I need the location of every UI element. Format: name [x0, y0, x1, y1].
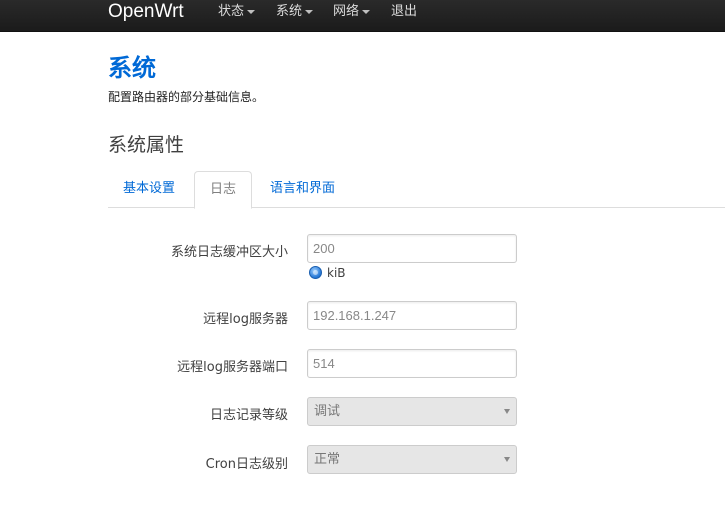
log-buffer-size-input[interactable]: [307, 234, 517, 263]
cron-log-level-select[interactable]: 正常: [307, 445, 517, 474]
info-dot-icon: [309, 266, 322, 279]
nav-menu-logout-label: 退出: [391, 4, 418, 19]
tab-basic-settings[interactable]: 基本设置: [108, 171, 190, 206]
remote-log-server-input[interactable]: [307, 301, 517, 330]
nav-menu-network-label: 网络: [333, 4, 360, 19]
nav-menu-status[interactable]: 状态: [218, 0, 256, 24]
remote-log-port-input[interactable]: [307, 349, 517, 378]
nav-menu-system[interactable]: 系统: [276, 0, 314, 24]
nav-menu-network[interactable]: 网络: [333, 0, 371, 24]
dropdown-arrow-icon: [504, 409, 510, 414]
top-navbar: OpenWrt 状态 系统 网络 退出: [0, 0, 725, 32]
caret-down-icon: [305, 9, 314, 14]
log-buffer-size-label: 系统日志缓冲区大小: [170, 245, 288, 260]
log-buffer-size-hint: kiB: [309, 265, 346, 281]
log-level-value: 调试: [314, 404, 341, 419]
remote-log-server-label: 远程log服务器: [203, 312, 288, 327]
dropdown-arrow-icon: [504, 457, 510, 462]
nav-menu-logout[interactable]: 退出: [391, 0, 417, 24]
tab-bar: 基本设置 日志 语言和界面: [108, 171, 725, 209]
log-buffer-size-unit: kiB: [327, 266, 346, 280]
log-level-select[interactable]: 调试: [307, 397, 517, 426]
page-description: 配置路由器的部分基础信息。: [108, 90, 265, 104]
cron-log-level-value: 正常: [314, 452, 341, 467]
nav-menu-status-label: 状态: [218, 4, 245, 19]
page-title: 系统: [108, 54, 156, 82]
remote-log-port-label: 远程log服务器端口: [177, 360, 288, 375]
section-title: 系统属性: [108, 134, 185, 156]
tab-language-ui[interactable]: 语言和界面: [255, 171, 350, 206]
tab-log[interactable]: 日志: [194, 171, 253, 209]
caret-down-icon: [247, 9, 256, 14]
log-level-label: 日志记录等级: [209, 408, 288, 423]
brand-logo[interactable]: OpenWrt: [108, 0, 184, 24]
cron-log-level-label: Cron日志级别: [205, 457, 288, 472]
nav-menu-system-label: 系统: [276, 4, 303, 19]
caret-down-icon: [362, 9, 371, 14]
